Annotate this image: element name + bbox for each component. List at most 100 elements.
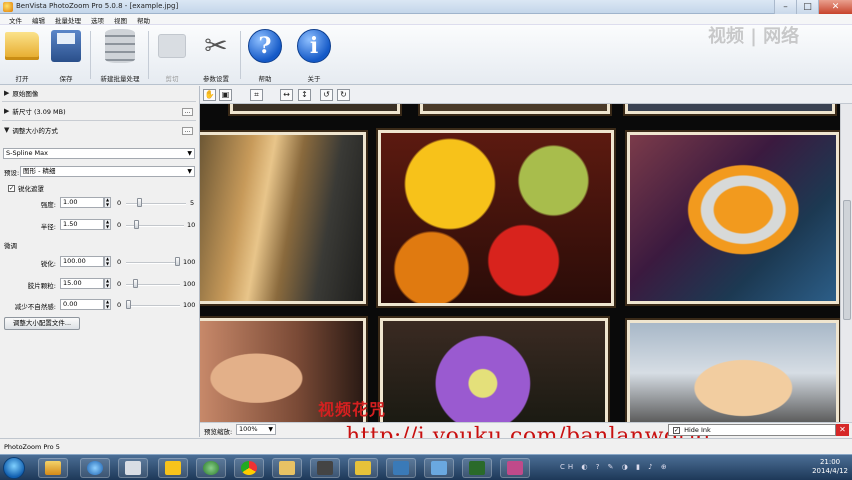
algorithm-select[interactable]: S-Spline Max ▼ <box>3 148 195 159</box>
taskbar-app-window[interactable] <box>386 458 416 478</box>
taskbar-app-chat[interactable] <box>424 458 454 478</box>
algorithm-value: S-Spline Max <box>6 149 48 157</box>
crop-tool-icon[interactable]: ⌗ <box>250 89 263 101</box>
taskbar-app-recorder[interactable] <box>462 458 492 478</box>
unsharp-mask-row[interactable]: ✓ 锐化遮罩 <box>8 183 44 193</box>
about-button[interactable]: i 关于 <box>292 28 336 83</box>
clock[interactable]: 21:00 2014/4/12 <box>812 458 848 476</box>
resize-method-more-button[interactable]: ... <box>182 127 193 135</box>
new-size-more-button[interactable]: ... <box>182 108 193 116</box>
taskbar-app-chrome[interactable] <box>234 458 264 478</box>
save-button[interactable]: 保存 <box>44 28 88 83</box>
hide-ink-checkbox[interactable]: ✓ <box>673 427 680 434</box>
taskbar-app-paint[interactable] <box>38 458 68 478</box>
photo-top-3 <box>625 104 835 114</box>
collapse-arrow-icon: ▼ <box>4 126 10 134</box>
new-batch-button[interactable]: 新建批量处理 <box>96 28 144 83</box>
resize-method-section[interactable]: ▼ 调整大小的方式 <box>4 125 58 135</box>
artifact-slider[interactable] <box>126 300 131 309</box>
film-grain-input[interactable]: 15.00 <box>60 278 104 289</box>
taskbar-app-explorer[interactable] <box>272 458 302 478</box>
film-grain-min: 0 <box>117 280 122 288</box>
taskbar-app-notes[interactable] <box>158 458 188 478</box>
fit-view-icon[interactable]: ▣ <box>219 89 232 101</box>
about-label: 关于 <box>307 75 321 83</box>
crop-button[interactable]: 剪切 <box>150 28 194 83</box>
open-button[interactable]: 打开 <box>0 28 44 83</box>
artifact-stepper[interactable]: ▲ ▼ <box>104 299 111 310</box>
maximize-button[interactable]: □ <box>796 0 818 14</box>
rotate-right-icon[interactable]: ↻ <box>337 89 350 101</box>
tools-icon: ✂ <box>204 29 228 62</box>
sharpness-min: 0 <box>117 258 122 266</box>
vertical-scrollbar[interactable] <box>840 104 852 422</box>
unsharp-mask-checkbox[interactable]: ✓ <box>8 184 15 192</box>
brand-watermark: 视频 | 网络 <box>708 26 800 47</box>
clock-time: 21:00 <box>819 458 841 466</box>
zoom-select[interactable]: 100% ▼ <box>236 424 276 435</box>
chinese-watermark: 视频花咒 <box>318 400 387 419</box>
film-grain-slider[interactable] <box>133 279 139 288</box>
rotate-left-icon[interactable]: ↺ <box>320 89 333 101</box>
strength-min: 0 <box>117 199 122 207</box>
hand-tool-icon[interactable]: ✋ <box>203 89 216 101</box>
preset-row: 预设: <box>4 167 19 177</box>
film-grain-stepper[interactable]: ▲ ▼ <box>104 278 111 289</box>
taskbar-app-media[interactable] <box>310 458 340 478</box>
settings-panel: ▶ 原始图像 ▶ 新尺寸 (3.09 MB) ... ▼ 调整大小的方式 ...… <box>0 86 200 437</box>
taskbar-app-files[interactable] <box>118 458 148 478</box>
taskbar-app-photozoom[interactable] <box>500 458 530 478</box>
start-button[interactable] <box>3 457 25 479</box>
fit-height-icon[interactable]: ↕ <box>298 89 311 101</box>
strength-stepper[interactable]: ▲ ▼ <box>104 197 111 208</box>
menu-view[interactable]: 视图 <box>109 14 132 25</box>
menu-batch[interactable]: 批量处理 <box>50 14 86 25</box>
preset-select[interactable]: 图形 - 精细 ▼ <box>20 166 195 177</box>
taskbar-app-pen[interactable] <box>348 458 378 478</box>
original-image-section[interactable]: ▶ 原始图像 <box>4 88 38 98</box>
photo-fish <box>627 132 839 304</box>
strength-input[interactable]: 1.00 <box>60 197 104 208</box>
sharpness-max: 100 <box>183 258 196 266</box>
menu-options[interactable]: 选项 <box>86 14 109 25</box>
status-text: PhotoZoom Pro 5 <box>4 443 60 451</box>
artifact-label: 减少不自然感: <box>14 303 56 311</box>
artifact-track <box>126 305 180 307</box>
menu-file[interactable]: 文件 <box>4 14 27 25</box>
menu-help[interactable]: 帮助 <box>132 14 155 25</box>
new-size-section[interactable]: ▶ 新尺寸 (3.09 MB) <box>4 106 66 116</box>
fit-width-icon[interactable]: ↔ <box>280 89 293 101</box>
sharpness-stepper[interactable]: ▲ ▼ <box>104 256 111 267</box>
strength-label: 强度: <box>40 201 56 209</box>
scrollbar-thumb[interactable] <box>843 200 851 320</box>
new-batch-label: 新建批量处理 <box>100 75 140 83</box>
taskbar-app-ie[interactable] <box>80 458 110 478</box>
sharpness-input[interactable]: 100.00 <box>60 256 104 267</box>
app-icon <box>3 2 13 12</box>
resize-profile-button[interactable]: 调整大小配置文件... <box>4 317 80 330</box>
new-size-label: 新尺寸 (3.09 MB) <box>12 108 66 116</box>
image-preview[interactable] <box>200 104 840 422</box>
radius-input[interactable]: 1.50 <box>60 219 104 230</box>
sharpness-slider[interactable] <box>175 257 180 266</box>
system-tray-icons[interactable]: CH ◐ ? ✎ ◑ ▮ ♪ ⊕ <box>560 463 670 471</box>
crop-label: 剪切 <box>165 75 179 83</box>
hide-ink-bar[interactable]: ✓ Hide Ink ✕ <box>668 424 849 436</box>
menu-edit[interactable]: 编辑 <box>27 14 50 25</box>
radius-slider[interactable] <box>133 220 139 229</box>
save-label: 保存 <box>59 75 73 83</box>
close-button[interactable]: ✕ <box>818 0 852 14</box>
help-button[interactable]: ? 帮助 <box>243 28 287 83</box>
chevron-down-icon: ▼ <box>187 168 192 175</box>
view-toolbar: ✋ ▣ ⌗ ↔ ↕ ↺ ↻ <box>200 86 852 104</box>
preferences-button[interactable]: ✂ 参数设置 <box>194 28 238 83</box>
minimize-button[interactable]: – <box>774 0 796 14</box>
taskbar-app-qq[interactable] <box>196 458 226 478</box>
hide-ink-close-icon[interactable]: ✕ <box>836 424 849 436</box>
artifact-input[interactable]: 0.00 <box>60 299 104 310</box>
strength-slider[interactable] <box>137 198 142 207</box>
sharpness-label: 锐化: <box>40 260 56 268</box>
film-grain-label: 胶片颗粒: <box>27 282 56 290</box>
radius-stepper[interactable]: ▲ ▼ <box>104 219 111 230</box>
photo-passion-flower <box>380 318 608 422</box>
